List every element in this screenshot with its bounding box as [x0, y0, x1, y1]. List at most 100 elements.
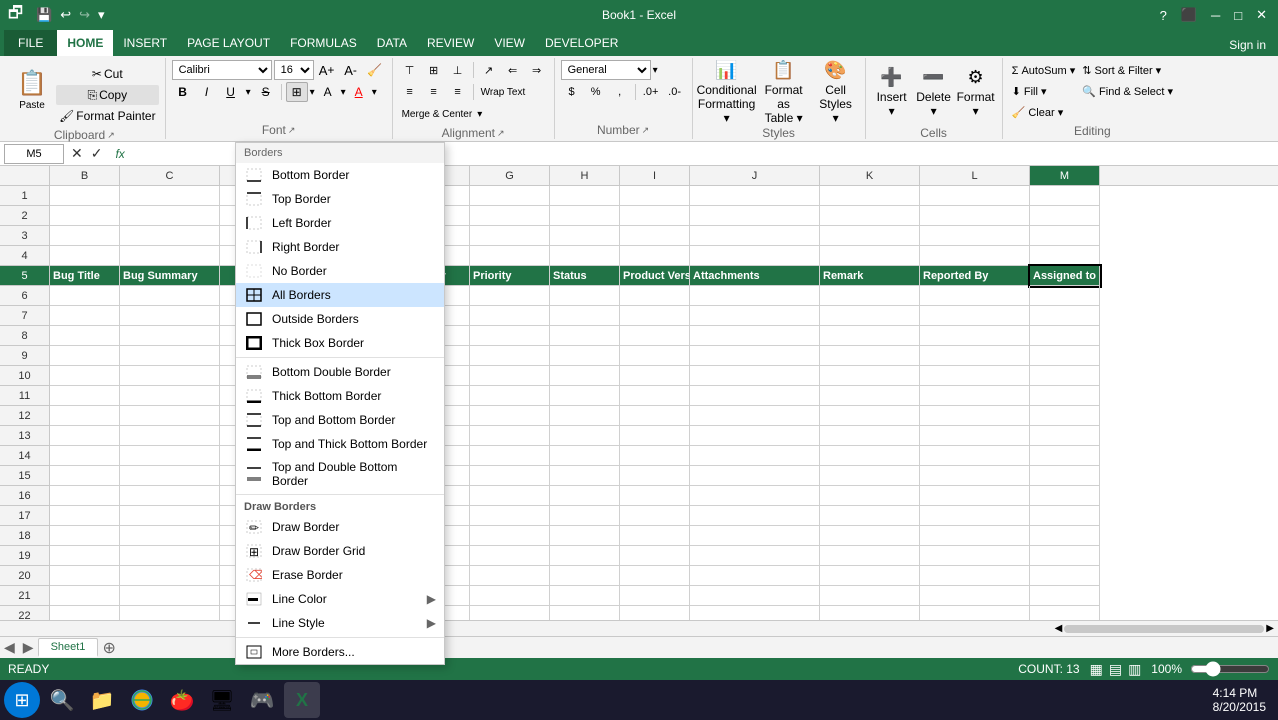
top-border-item[interactable]: Top Border: [236, 187, 444, 211]
number-format-arrow[interactable]: ▾: [653, 65, 658, 76]
row-num-6[interactable]: 6: [0, 286, 50, 306]
cell-j3[interactable]: [690, 226, 820, 246]
page-break-view-button[interactable]: ▥: [1126, 659, 1143, 680]
cell-h2[interactable]: [550, 206, 620, 226]
row-num-1[interactable]: 1: [0, 186, 50, 206]
row-num-9[interactable]: 9: [0, 346, 50, 366]
row-num-19[interactable]: 19: [0, 546, 50, 566]
underline-button[interactable]: U: [220, 82, 242, 102]
cell-h3[interactable]: [550, 226, 620, 246]
insert-button[interactable]: ➕ Insert ▾: [872, 60, 912, 124]
scroll-left-button[interactable]: ◀: [1055, 623, 1063, 634]
maximize-button[interactable]: □: [1231, 6, 1245, 25]
increase-decimal-button[interactable]: .0+: [640, 82, 662, 102]
cut-button[interactable]: ✂ Cut: [56, 64, 159, 84]
row-num-16[interactable]: 16: [0, 486, 50, 506]
taskbar-icon-files[interactable]: 📁: [84, 682, 120, 718]
draw-border-item[interactable]: ✏ Draw Border: [236, 515, 444, 539]
thick-box-border-item[interactable]: Thick Box Border: [236, 331, 444, 355]
cell-i3[interactable]: [620, 226, 690, 246]
cell-reference-input[interactable]: [4, 144, 64, 164]
col-header-h[interactable]: H: [550, 166, 620, 185]
cell-h4[interactable]: [550, 246, 620, 266]
align-left-button[interactable]: ≡: [399, 82, 421, 102]
copy-button[interactable]: ⎘ Copy: [56, 85, 159, 105]
cell-i5[interactable]: Product Version: [620, 266, 690, 286]
cell-c2[interactable]: [120, 206, 220, 226]
cell-styles-button[interactable]: 🎨 Cell Styles ▾: [813, 60, 859, 124]
currency-button[interactable]: $: [561, 82, 583, 102]
cell-j2[interactable]: [690, 206, 820, 226]
row-num-21[interactable]: 21: [0, 586, 50, 606]
cell-m5[interactable]: Assigned to: [1030, 266, 1100, 286]
cell-k3[interactable]: [820, 226, 920, 246]
close-button[interactable]: ✕: [1253, 5, 1270, 25]
row-num-10[interactable]: 10: [0, 366, 50, 386]
col-header-c[interactable]: C: [120, 166, 220, 185]
top-thick-bottom-border-item[interactable]: Top and Thick Bottom Border: [236, 432, 444, 456]
erase-border-item[interactable]: ⌫ Erase Border: [236, 563, 444, 587]
cell-m4[interactable]: [1030, 246, 1100, 266]
top-bottom-border-item[interactable]: Top and Bottom Border: [236, 408, 444, 432]
clear-formatting-button[interactable]: 🧹: [364, 60, 386, 80]
col-header-m[interactable]: M: [1030, 166, 1100, 185]
cell-b4[interactable]: [50, 246, 120, 266]
clear-button[interactable]: 🧹 Clear ▾: [1009, 102, 1067, 122]
cell-k1[interactable]: [820, 186, 920, 206]
cell-g2[interactable]: [470, 206, 550, 226]
cell-b3[interactable]: [50, 226, 120, 246]
bottom-border-item[interactable]: Bottom Border: [236, 163, 444, 187]
cancel-formula-button[interactable]: ✕: [68, 145, 86, 162]
row-num-5[interactable]: 5: [0, 266, 50, 286]
bold-button[interactable]: B: [172, 82, 194, 102]
percent-button[interactable]: %: [585, 82, 607, 102]
row-num-18[interactable]: 18: [0, 526, 50, 546]
add-sheet-button[interactable]: ⊕: [98, 638, 119, 658]
font-grow-button[interactable]: A+: [316, 60, 338, 80]
row-num-13[interactable]: 13: [0, 426, 50, 446]
decrease-decimal-button[interactable]: .0-: [664, 82, 686, 102]
border-dropdown-button[interactable]: ⊞: [286, 82, 308, 102]
tab-file[interactable]: FILE: [4, 30, 57, 56]
strikethrough-button[interactable]: S: [255, 82, 277, 102]
ribbon-display-button[interactable]: ⬛: [1178, 5, 1200, 25]
fill-color-arrow[interactable]: ▾: [341, 87, 346, 98]
cell-b5[interactable]: Bug Title: [50, 266, 120, 286]
cell-b6[interactable]: [50, 286, 120, 306]
font-color-button[interactable]: A: [348, 82, 370, 102]
cell-b2[interactable]: [50, 206, 120, 226]
cell-m2[interactable]: [1030, 206, 1100, 226]
underline-arrow[interactable]: ▾: [244, 87, 253, 98]
sheet-tab-sheet1[interactable]: Sheet1: [38, 638, 99, 657]
draw-border-grid-item[interactable]: ⊞ Draw Border Grid: [236, 539, 444, 563]
taskbar-icon-search[interactable]: 🔍: [44, 682, 80, 718]
col-header-b[interactable]: B: [50, 166, 120, 185]
font-family-select[interactable]: Calibri: [172, 60, 272, 80]
confirm-formula-button[interactable]: ✓: [88, 145, 106, 162]
normal-view-button[interactable]: ▦: [1088, 659, 1105, 680]
merge-center-button[interactable]: Merge & Center: [399, 104, 476, 124]
minimize-button[interactable]: ─: [1208, 6, 1223, 25]
indent-increase-button[interactable]: ⇒: [526, 60, 548, 80]
help-button[interactable]: ?: [1157, 6, 1170, 25]
font-size-select[interactable]: 16: [274, 60, 314, 80]
cell-m1[interactable]: [1030, 186, 1100, 206]
taskbar-icon-excel[interactable]: X: [284, 682, 320, 718]
row-num-12[interactable]: 12: [0, 406, 50, 426]
scroll-sheet-right-button[interactable]: ▶: [19, 639, 38, 656]
cell-c3[interactable]: [120, 226, 220, 246]
cell-l2[interactable]: [920, 206, 1030, 226]
cell-g5[interactable]: Priority: [470, 266, 550, 286]
font-shrink-button[interactable]: A-: [340, 60, 362, 80]
cell-c5[interactable]: Bug Summary: [120, 266, 220, 286]
cell-i4[interactable]: [620, 246, 690, 266]
cell-k5[interactable]: Remark: [820, 266, 920, 286]
outside-borders-item[interactable]: Outside Borders: [236, 307, 444, 331]
row-num-11[interactable]: 11: [0, 386, 50, 406]
tab-view[interactable]: VIEW: [484, 30, 535, 56]
col-header-k[interactable]: K: [820, 166, 920, 185]
tab-developer[interactable]: DEVELOPER: [535, 30, 628, 56]
cell-g1[interactable]: [470, 186, 550, 206]
row-num-3[interactable]: 3: [0, 226, 50, 246]
zoom-slider[interactable]: [1190, 661, 1270, 677]
